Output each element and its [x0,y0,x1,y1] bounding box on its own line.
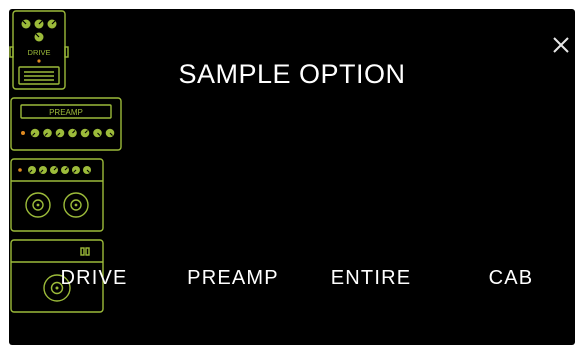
option-label-entire: ENTIRE [330,267,412,289]
preamp-display-text: PREAMP [49,108,83,117]
dialog-title: SAMPLE OPTION [178,59,406,89]
option-label-drive: DRIVE [60,267,128,289]
close-icon[interactable] [551,35,571,55]
pedal-text: DRIVE [28,48,51,57]
option-label-cab: CAB [488,267,534,289]
option-entire[interactable]: ENTIRE [9,157,575,289]
amp-combo-icon[interactable] [9,157,105,233]
option-label-preamp: PREAMP [187,267,279,289]
preamp-icon[interactable]: PREAMP [9,96,123,152]
option-preamp[interactable]: PREAMP PREAMP [9,96,575,289]
sample-option-dialog: SAMPLE OPTION DRIVE DRIVE PREAMP PREAMP … [9,9,575,345]
